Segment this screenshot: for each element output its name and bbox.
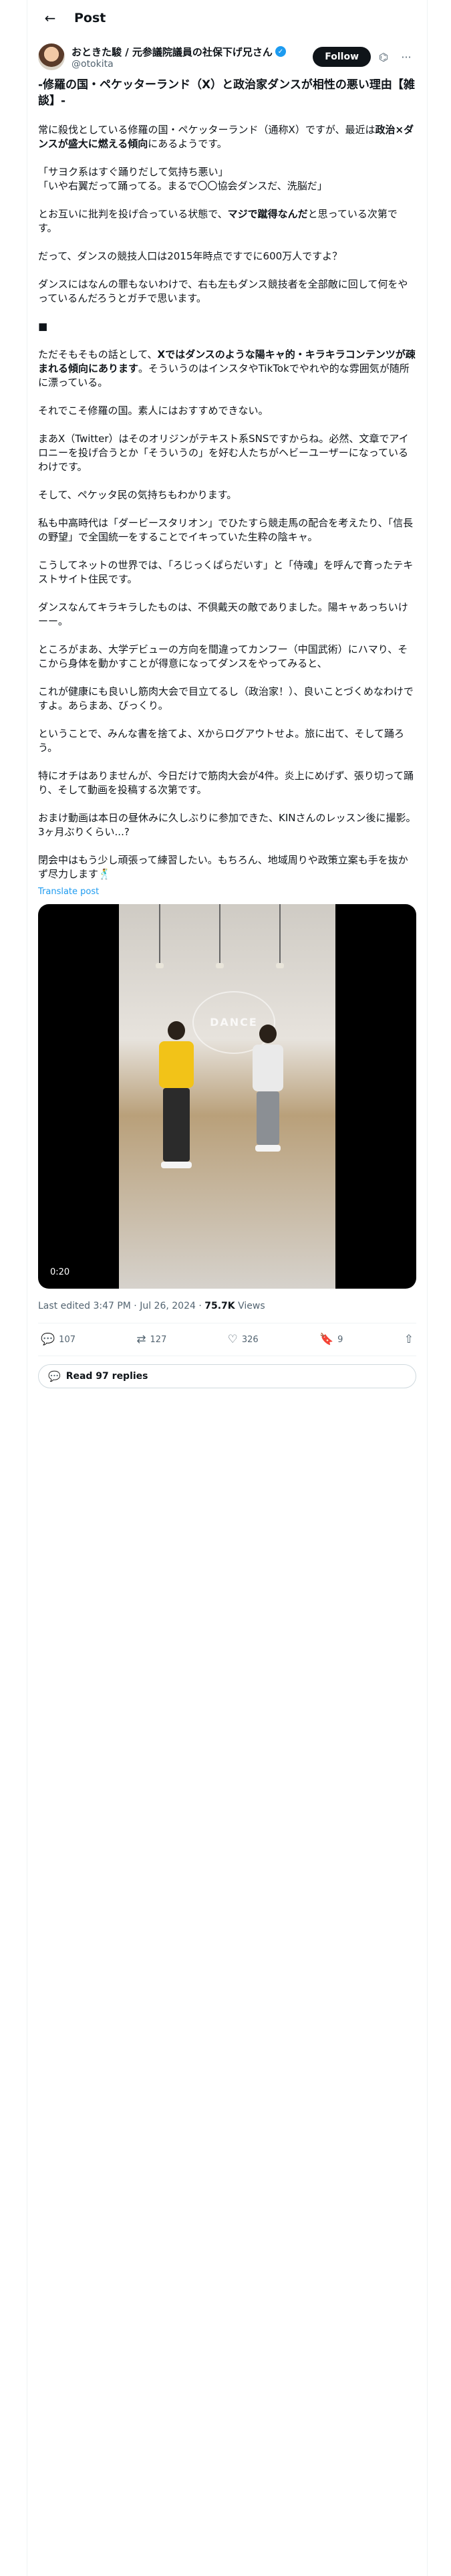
share-icon: ⇧ <box>404 1332 414 1346</box>
reply-icon: 💬 <box>41 1332 55 1346</box>
video-timestamp: 0:20 <box>50 1267 70 1277</box>
bookmark-icon: 🔖 <box>319 1332 334 1346</box>
heart-icon: ♡ <box>227 1332 238 1346</box>
author-handle[interactable]: @otokita <box>71 59 307 70</box>
bookmark-button[interactable]: 🔖 9 <box>319 1333 343 1347</box>
reply-button[interactable]: 💬 107 <box>41 1333 76 1347</box>
dancer-head <box>168 1021 185 1040</box>
paragraph-9: そして、ペケッタ民の気持ちもわかります。 <box>38 489 237 501</box>
paragraph-6: ただそもそもの話として、Xではダンスのような陽キャ的・キラキラコンテンツが疎まれ… <box>38 348 416 390</box>
page-header: ← Post <box>27 0 427 35</box>
ceiling-light <box>216 904 224 968</box>
post-body: -修羅の国・ペケッターランド（X）と政治家ダンスが相性の悪い理由【雑談】- 常に… <box>27 70 427 1388</box>
like-button[interactable]: ♡ 326 <box>228 1333 259 1347</box>
dancer-torso <box>253 1045 283 1091</box>
dancer-legs <box>257 1091 279 1145</box>
paragraph-17: おまけ動画は本日の昼休みに久しぶりに参加できた、KINさんのレッスン後に撮影。3… <box>38 812 416 838</box>
paragraph-4: だって、ダンスの競技人口は2015年時点ですでに600万人ですよ？ <box>38 250 343 262</box>
author-display-name[interactable]: おときた駿 / 元参議院議員の社保下げ兄さん ✓ <box>71 45 307 59</box>
bookmark-count: 9 <box>337 1334 343 1345</box>
dancer-legs <box>163 1088 190 1162</box>
square-separator-icon: ■ <box>38 320 48 332</box>
paragraph-15: ということで、みんな書を捨てよ、Xからログアウトせよ。旅に出て、そして踊ろう。 <box>38 728 405 754</box>
paragraph-16: 特にオチはありませんが、今日だけで筋肉大会が4件。炎上にめげず、張り切って踊り、… <box>38 770 414 796</box>
share-button[interactable]: ⇧ <box>404 1333 414 1347</box>
follow-button[interactable]: Follow <box>313 47 371 67</box>
verified-badge-icon: ✓ <box>275 46 286 57</box>
read-replies-label: Read 97 replies <box>65 1370 148 1382</box>
page-title: Post <box>74 10 106 25</box>
paragraph-14: これが健康にも良いし筋肉大会で目立てるし（政治家！）、良いことづくめなわけですよ… <box>38 685 414 712</box>
like-count: 326 <box>241 1334 259 1345</box>
p6-text: ただそもそもの話として、 <box>38 348 158 360</box>
chat-bubble-icon: 💬 <box>48 1370 61 1382</box>
repost-icon: ⇄ <box>136 1332 146 1346</box>
paragraph-3: とお互いに批判を投げ合っている状態で、マジで蹴得なんだと思っている次第です。 <box>38 207 416 235</box>
post-title: -修羅の国・ペケッターランド（X）と政治家ダンスが相性の悪い理由【雑談】- <box>38 78 415 108</box>
dancer-head <box>259 1025 277 1043</box>
author-row: おときた駿 / 元参議院議員の社保下げ兄さん ✓ @otokita Follow… <box>27 35 427 70</box>
paragraph-10: 私も中高時代は「ダービースタリオン」でひたすら競走馬の配合を考えたり、「信長の野… <box>38 517 414 543</box>
views-count: 75.7K <box>204 1301 235 1311</box>
video-player[interactable]: DANCE 0:20 <box>38 904 416 1289</box>
p1-text: 常に殺伐としている修羅の国・ペケッターランド（通称X）ですが、最近は <box>38 124 375 136</box>
paragraph-7: それでこそ修羅の国。素人にはおすすめできない。 <box>38 405 269 417</box>
post-column: ← Post おときた駿 / 元参議院議員の社保下げ兄さん ✓ @otokita… <box>27 0 428 2576</box>
separator: ■ <box>38 320 416 334</box>
paragraph-12: ダンスなんてキラキラしたものは、不倶戴天の敵でありました。陽キャあっちいけーー。 <box>38 601 408 627</box>
post-meta: Last edited 3:47 PM · Jul 26, 2024 · 75.… <box>38 1289 416 1323</box>
paragraph-2: 「サヨク系はすぐ踊りだして気持ち悪い」 「いや右翼だって踊ってる。まるで〇〇協会… <box>38 166 327 192</box>
dancer-left <box>159 1021 194 1168</box>
more-options-icon[interactable]: ··· <box>396 51 416 64</box>
display-name-text[interactable]: おときた駿 / 元参議院議員の社保下げ兄さん <box>71 45 273 59</box>
dancer-torso <box>159 1041 194 1088</box>
p1-tail: にあるようです。 <box>148 138 227 150</box>
repost-button[interactable]: ⇄ 127 <box>136 1333 166 1347</box>
p3-bold: マジで蹴得なんだ <box>227 208 308 220</box>
reply-count: 107 <box>59 1334 76 1345</box>
dancer-right <box>253 1025 283 1152</box>
read-replies-button[interactable]: 💬 Read 97 replies <box>38 1364 416 1388</box>
grok-icon[interactable]: ⌬ <box>373 51 394 64</box>
paragraph-18: 閉会中はもう少し頑張って練習したい。もちろん、地域周りや政策立案も手を抜かず尽力… <box>38 854 408 880</box>
dancer-feet <box>255 1145 281 1152</box>
paragraph-13: ところがまあ、大学デビューの方向を間違ってカンフー（中国武術）にハマり、そこから… <box>38 643 408 669</box>
ceiling-light <box>276 904 284 968</box>
paragraph-1: 常に殺伐としている修羅の国・ペケッターランド（通称X）ですが、最近は政治×ダンス… <box>38 123 416 151</box>
video-frame: DANCE <box>119 904 335 1289</box>
translate-post-link[interactable]: Translate post <box>38 885 416 899</box>
author-names: おときた駿 / 元参議院議員の社保下げ兄さん ✓ @otokita <box>71 45 307 70</box>
paragraph-5: ダンスにはなんの罪もないわけで、右も左もダンス競技者を全部敵に回して何をやってい… <box>38 278 408 304</box>
action-bar: 💬 107 ⇄ 127 ♡ 326 🔖 9 ⇧ <box>38 1323 416 1356</box>
ceiling-light <box>156 904 164 968</box>
paragraph-11: こうしてネットの世界では、「ろじっくぱらだいす」と「侍魂」を呼んで育ったテキスト… <box>38 559 414 585</box>
dancer-feet <box>161 1162 192 1168</box>
edited-timestamp[interactable]: Last edited 3:47 PM · Jul 26, 2024 · <box>38 1301 204 1311</box>
repost-count: 127 <box>150 1334 167 1345</box>
avatar[interactable] <box>38 43 65 70</box>
p3-text: とお互いに批判を投げ合っている状態で、 <box>38 208 228 220</box>
back-arrow-icon[interactable]: ← <box>38 6 62 30</box>
views-label: Views <box>235 1301 265 1311</box>
paragraph-8: まあX（Twitter）はそのオリジンがテキスト系SNSですからね。必然、文章で… <box>38 433 409 473</box>
